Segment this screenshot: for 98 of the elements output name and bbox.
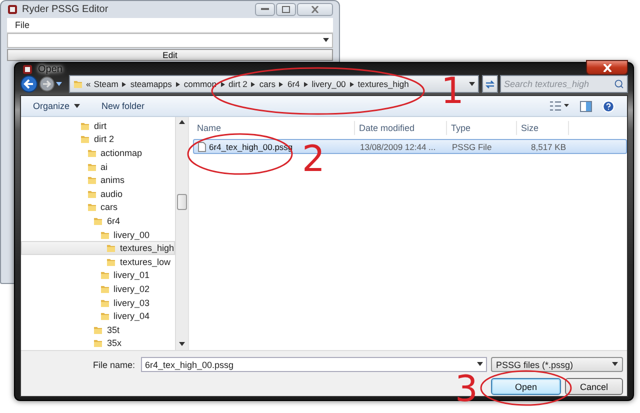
scrollbar[interactable]	[175, 117, 188, 350]
caret-icon	[323, 38, 329, 43]
folder-icon	[106, 243, 116, 254]
maximize-icon	[282, 6, 290, 13]
breadcrumb-item[interactable]: livery_00	[312, 79, 346, 89]
breadcrumb-item[interactable]: dirt 2	[228, 79, 248, 89]
folder-tree-item[interactable]: livery_04	[21, 309, 175, 323]
folder-tree-item[interactable]: textures_low	[21, 254, 175, 269]
chevron-icon	[121, 82, 128, 86]
file-date: 13/08/2009 12:44 ...	[359, 142, 436, 152]
folder-icon	[100, 311, 110, 322]
folder-tree-item[interactable]: livery_03	[21, 296, 175, 310]
caret-icon	[469, 82, 475, 86]
file-type-dropdown[interactable]: PSSG files (*.pssg)	[491, 357, 623, 372]
refresh-button[interactable]	[482, 75, 498, 93]
folder-icon	[93, 216, 103, 226]
breadcrumb-item[interactable]: steamapps	[130, 79, 172, 89]
caret-icon	[612, 362, 618, 368]
chevron-icon	[220, 82, 226, 86]
folder-tree-item[interactable]: 35t	[21, 322, 175, 336]
folder-icon	[86, 148, 96, 158]
close-button[interactable]	[586, 60, 628, 75]
folder-icon	[73, 79, 83, 89]
column-header[interactable]: Size	[517, 121, 569, 135]
folder-tree-item[interactable]: 35x	[21, 336, 175, 350]
column-header[interactable]: Date modified	[355, 121, 447, 135]
caret-icon	[74, 104, 80, 108]
folder-icon	[106, 256, 116, 267]
folder-tree-item[interactable]: 6r4	[21, 214, 175, 228]
file-icon	[198, 142, 206, 152]
edit-button[interactable]: Edit	[7, 49, 333, 61]
folder-tree-item[interactable]: ai	[21, 160, 175, 174]
close-icon	[602, 64, 612, 72]
folder-icon	[80, 134, 90, 144]
folder-tree-item[interactable]: textures_high	[21, 241, 175, 255]
folder-icon	[93, 338, 103, 348]
file-name-label: File name:	[92, 360, 135, 370]
folder-icon	[100, 298, 110, 308]
folder-icon	[100, 284, 110, 294]
view-options-icon[interactable]	[550, 101, 570, 111]
app-icon	[22, 64, 33, 74]
caret-icon	[56, 82, 62, 86]
chevron-icon	[278, 82, 284, 86]
open-button[interactable]: Open	[491, 378, 561, 396]
chevron-icon	[302, 82, 309, 86]
breadcrumb-item[interactable]: Steam	[94, 79, 118, 89]
scroll-up-icon	[179, 120, 185, 125]
dialog-title: Open	[38, 64, 62, 74]
forward-icon[interactable]	[39, 76, 55, 92]
window-title: Ryder PSSG Editor	[22, 4, 108, 15]
chevron-icon	[250, 82, 256, 86]
minimize-button[interactable]	[255, 3, 275, 16]
chevron-icon	[348, 82, 355, 86]
folder-icon	[100, 230, 110, 240]
minimize-icon	[261, 8, 269, 11]
toolbar-button[interactable]: Organize	[33, 101, 80, 111]
breadcrumb-item[interactable]: 6r4	[287, 79, 300, 89]
folder-tree-item[interactable]: livery_00	[21, 228, 175, 242]
folder-icon	[93, 324, 103, 335]
file-type: PSSG File	[451, 142, 492, 152]
breadcrumb-item[interactable]: textures_high	[358, 79, 409, 89]
folder-icon	[86, 175, 96, 186]
breadcrumb-overflow[interactable]: «	[86, 79, 91, 89]
file-name-field[interactable]: 6r4_tex_high_00.pssg	[141, 357, 487, 372]
file-size: 8,517 KB	[531, 142, 567, 152]
caret-icon	[477, 362, 483, 368]
folder-tree-item[interactable]: dirt	[21, 119, 175, 133]
folder-tree-item[interactable]: livery_01	[21, 268, 175, 282]
help-icon[interactable]	[602, 100, 615, 112]
close-icon	[311, 6, 319, 13]
folder-tree-item[interactable]: actionmap	[21, 146, 175, 160]
column-header[interactable]: Name	[193, 121, 355, 135]
folder-tree-item[interactable]: anims	[21, 173, 175, 187]
chevron-icon	[174, 82, 181, 86]
breadcrumb-item[interactable]: cars	[259, 79, 276, 89]
breadcrumb-item[interactable]: common	[184, 79, 216, 89]
dropdown-field[interactable]	[7, 33, 333, 48]
folder-tree-item[interactable]: livery_02	[21, 282, 175, 296]
toolbar-button[interactable]: New folder	[102, 101, 145, 111]
folder-icon	[100, 270, 110, 280]
folder-icon	[86, 162, 96, 172]
folder-tree-item[interactable]: audio	[21, 186, 175, 201]
cancel-button[interactable]: Cancel	[565, 378, 623, 396]
app-icon	[7, 4, 18, 15]
search-icon	[614, 79, 624, 89]
folder-icon	[80, 120, 90, 131]
column-header[interactable]: Type	[447, 121, 517, 135]
back-icon[interactable]	[20, 75, 38, 93]
menu-item[interactable]: File	[15, 20, 30, 30]
folder-tree-item[interactable]: dirt 2	[21, 132, 175, 146]
folder-tree-item[interactable]: cars	[21, 200, 175, 214]
folder-icon	[86, 188, 96, 199]
maximize-button[interactable]	[276, 3, 296, 16]
scroll-down-icon	[179, 342, 185, 348]
scrollbar-thumb[interactable]	[177, 194, 187, 210]
refresh-icon	[485, 80, 495, 88]
folder-icon	[86, 202, 96, 212]
preview-pane-icon[interactable]	[580, 100, 592, 112]
